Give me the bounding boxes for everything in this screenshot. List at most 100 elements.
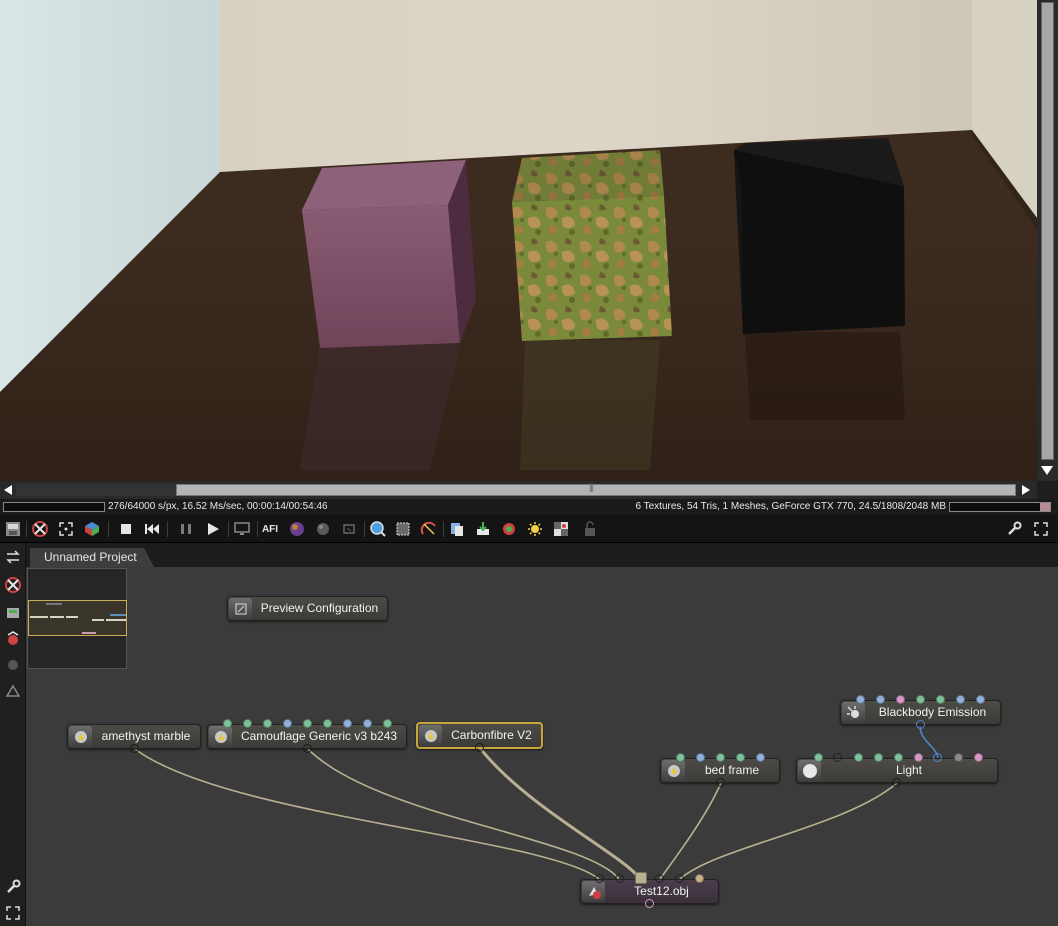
input-port[interactable] — [933, 753, 942, 762]
input-port[interactable] — [675, 874, 684, 883]
input-port[interactable] — [896, 695, 905, 704]
render-preview-image — [0, 0, 1037, 481]
input-port[interactable] — [716, 753, 725, 762]
input-port[interactable] — [595, 874, 604, 883]
input-port[interactable] — [223, 719, 232, 728]
save-render-icon[interactable] — [3, 519, 23, 539]
sync-arrows-icon[interactable] — [3, 547, 23, 567]
graph-settings-wrench-icon[interactable] — [3, 877, 23, 897]
region-render-icon[interactable] — [393, 519, 413, 539]
input-port[interactable] — [695, 874, 704, 883]
scroll-right-arrow-icon[interactable] — [1022, 485, 1030, 495]
lock-icon[interactable] — [580, 519, 600, 539]
restart-icon[interactable] — [142, 519, 162, 539]
scroll-left-arrow-icon[interactable] — [4, 485, 12, 495]
input-port[interactable] — [894, 753, 903, 762]
stop-icon[interactable] — [116, 519, 136, 539]
node-graph-canvas[interactable]: Preview Configuration amethyst marble Ca… — [26, 567, 1058, 926]
input-port[interactable] — [974, 753, 983, 762]
rgb-cube-icon[interactable] — [82, 519, 102, 539]
input-port[interactable] — [283, 719, 292, 728]
output-port[interactable] — [303, 744, 312, 753]
output-port[interactable] — [716, 778, 725, 787]
input-port[interactable] — [263, 719, 272, 728]
input-port[interactable] — [954, 753, 963, 762]
export-icon[interactable] — [473, 519, 493, 539]
graph-minimap[interactable] — [27, 568, 127, 669]
render-target-icon[interactable] — [3, 603, 23, 623]
input-port[interactable] — [655, 874, 664, 883]
output-port[interactable] — [475, 743, 484, 752]
realtime-mode-icon[interactable] — [232, 519, 252, 539]
input-port[interactable] — [856, 695, 865, 704]
render-viewport[interactable] — [0, 0, 1037, 481]
region-icon[interactable] — [339, 519, 359, 539]
viewport-horizontal-scrollbar[interactable] — [0, 481, 1037, 499]
checker-icon[interactable] — [551, 519, 571, 539]
scroll-down-arrow-icon[interactable] — [1041, 466, 1053, 475]
sphere-icon[interactable] — [313, 519, 333, 539]
node-graph-editor[interactable]: Unnamed Project Preview Configuration am… — [26, 543, 1058, 926]
wire-amethyst-to-mesh — [134, 748, 600, 880]
minimap-node — [66, 616, 78, 618]
clipboard-icon[interactable] — [447, 519, 467, 539]
output-port[interactable] — [916, 720, 925, 729]
input-port[interactable] — [676, 753, 685, 762]
tab-unnamed-project[interactable]: Unnamed Project — [30, 548, 154, 567]
input-port[interactable] — [363, 719, 372, 728]
node-label: bed frame — [704, 763, 760, 777]
input-port[interactable] — [956, 695, 965, 704]
input-port[interactable] — [383, 719, 392, 728]
output-port[interactable] — [130, 744, 139, 753]
color-pick-icon[interactable] — [499, 519, 519, 539]
reset-camera-icon[interactable] — [30, 519, 50, 539]
input-port[interactable] — [736, 753, 745, 762]
pause-icon[interactable] — [176, 519, 196, 539]
settings-wrench-icon[interactable] — [1004, 519, 1024, 539]
material-node-icon — [209, 726, 232, 747]
vertical-scroll-thumb[interactable] — [1041, 2, 1054, 460]
zoom-icon[interactable] — [368, 519, 388, 539]
color-sphere-icon[interactable] — [287, 519, 307, 539]
geometry-icon[interactable] — [3, 681, 23, 701]
input-port[interactable] — [814, 753, 823, 762]
input-port[interactable] — [243, 719, 252, 728]
node-preview-configuration[interactable]: Preview Configuration — [227, 596, 388, 621]
input-port[interactable] — [303, 719, 312, 728]
minimap-node — [30, 616, 48, 618]
input-port[interactable] — [874, 753, 883, 762]
output-port[interactable] — [892, 778, 901, 787]
input-port[interactable] — [615, 874, 624, 883]
input-port-selected[interactable] — [635, 872, 647, 884]
render-toolbar: AFI — [0, 515, 1058, 543]
input-port[interactable] — [914, 753, 923, 762]
texture-sphere-icon[interactable] — [3, 655, 23, 675]
graph-maximize-icon[interactable] — [3, 903, 23, 923]
maximize-icon[interactable] — [1031, 519, 1051, 539]
input-port[interactable] — [876, 695, 885, 704]
input-port[interactable] — [976, 695, 985, 704]
fullscreen-icon[interactable] — [56, 519, 76, 539]
output-port[interactable] — [645, 899, 654, 908]
play-icon[interactable] — [203, 519, 223, 539]
afi-icon[interactable]: AFI — [260, 519, 280, 539]
input-port[interactable] — [696, 753, 705, 762]
render-progress-text: 276/64000 s/px, 16.52 Ms/sec, 00:00:14/0… — [108, 501, 328, 512]
input-port[interactable] — [323, 719, 332, 728]
viewport-vertical-scrollbar[interactable] — [1037, 0, 1058, 481]
minimap-viewport-frame[interactable] — [28, 600, 127, 636]
horizontal-scroll-thumb[interactable] — [176, 482, 1016, 496]
minimap-node — [92, 619, 104, 621]
material-icon[interactable] — [3, 629, 23, 649]
film-region-icon[interactable] — [419, 519, 439, 539]
input-port[interactable] — [916, 695, 925, 704]
input-port[interactable] — [343, 719, 352, 728]
input-port[interactable] — [833, 753, 842, 762]
wire-light-to-mesh — [679, 782, 898, 880]
light-icon[interactable] — [525, 519, 545, 539]
input-port[interactable] — [936, 695, 945, 704]
reset-graph-icon[interactable] — [3, 575, 23, 595]
input-port[interactable] — [756, 753, 765, 762]
minimap-node — [106, 619, 126, 621]
input-port[interactable] — [854, 753, 863, 762]
